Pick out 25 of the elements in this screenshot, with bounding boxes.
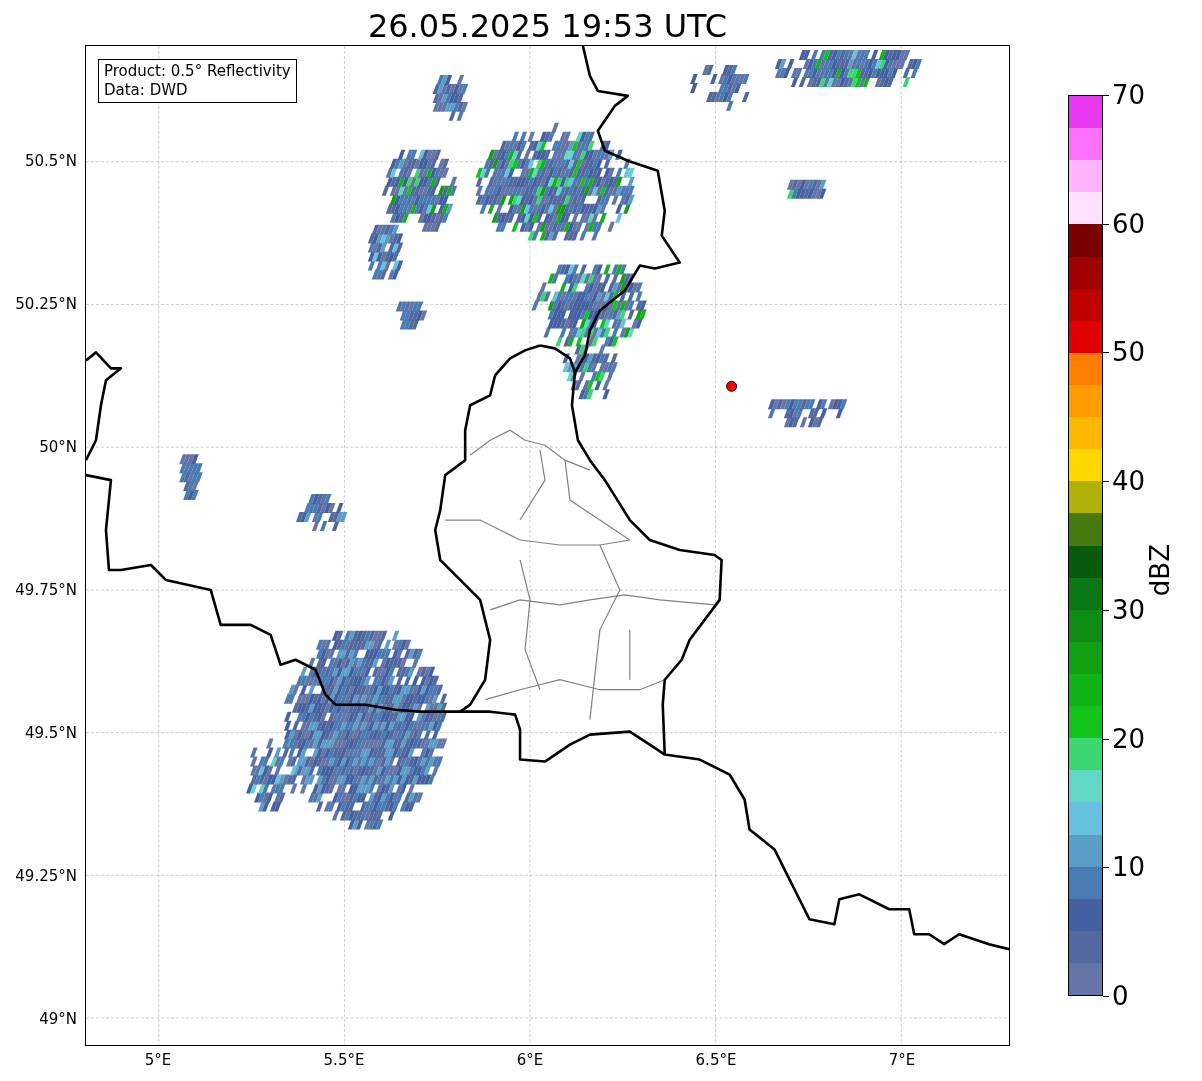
axis-tick-label: 49.75°N (15, 581, 77, 599)
axis-tick-label: 5.5°E (323, 1051, 365, 1069)
legend-text: Data: DWD (104, 81, 189, 100)
colorbar-tick-label: 10 (1112, 852, 1146, 883)
colorbar-tick-label: 40 (1112, 466, 1146, 497)
axis-tick-label: 7°E (888, 1051, 916, 1069)
axis-tick-label: 50°N (39, 438, 77, 456)
axis-tick-label: 49°N (39, 1010, 77, 1028)
axis-tick-label: 5°E (144, 1051, 172, 1069)
chart-title: 26.05.2025 19:53 UTC (366, 6, 729, 45)
legend-text: Product: 0.5° Reflectivity (104, 62, 291, 81)
axis-tick-label: 49.25°N (15, 867, 77, 885)
colorbar-tick-label: 70 (1112, 80, 1146, 110)
colorbar-tick-label: 20 (1112, 723, 1146, 754)
colorbar-tick-label: 50 (1112, 337, 1146, 368)
axis-tick-label: 6.5°E (695, 1051, 737, 1069)
colorbar-tick-label: 60 (1112, 208, 1146, 239)
colorbar-tick-label: 30 (1112, 594, 1146, 625)
axis-tick-label: 50.5°N (24, 152, 77, 170)
axis-tick-label: 50.25°N (15, 295, 77, 313)
colorbar-label: dBZ (1145, 544, 1175, 597)
colorbar-tick-label: 0 (1112, 981, 1129, 1011)
location-marker-icon (726, 380, 738, 392)
axis-tick-label: 6°E (516, 1051, 544, 1069)
axis-tick-label: 49.5°N (24, 724, 77, 742)
